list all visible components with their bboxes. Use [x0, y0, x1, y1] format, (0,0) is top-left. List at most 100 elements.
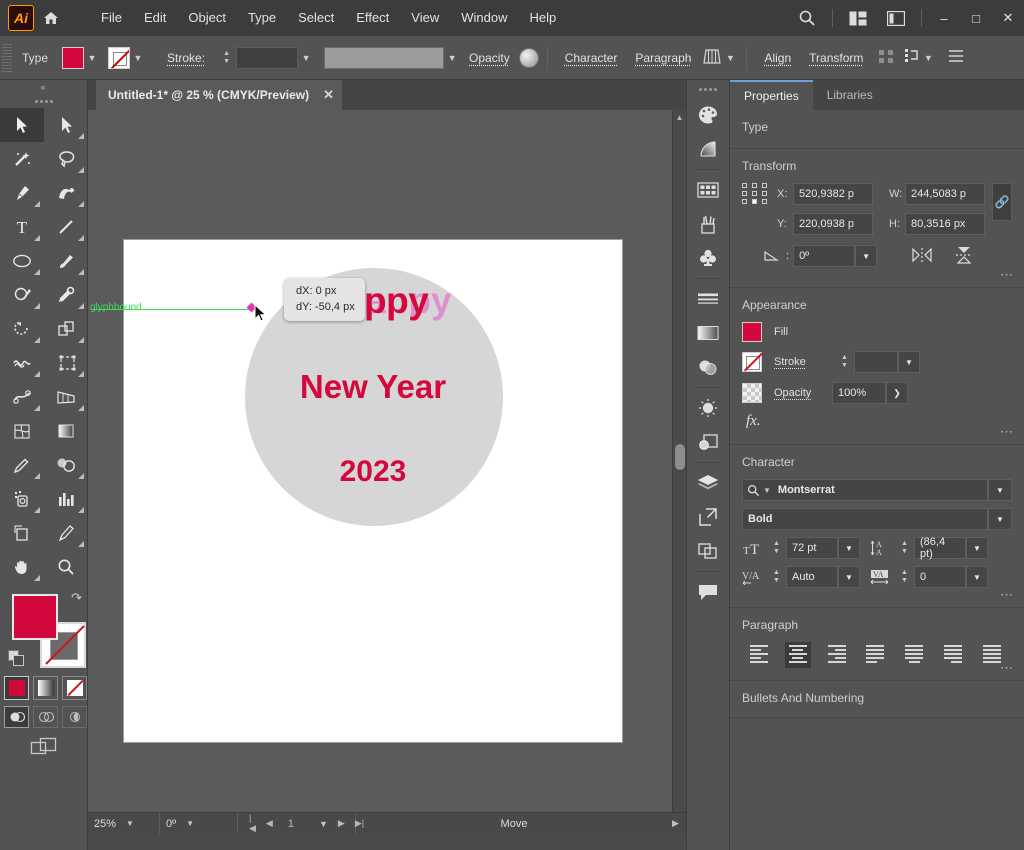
- graphic-styles-panel-icon[interactable]: [687, 425, 729, 459]
- font-size-input[interactable]: 72 pt: [786, 537, 838, 559]
- kerning-stepper[interactable]: ▲ ▼: [770, 569, 783, 585]
- tools-panel-collapse[interactable]: «: [0, 80, 87, 94]
- appearance-opacity-label[interactable]: Opacity: [774, 387, 832, 399]
- tool-line-segment[interactable]: [44, 210, 88, 244]
- tool-gradient[interactable]: [44, 414, 88, 448]
- menu-effect[interactable]: Effect: [345, 0, 400, 36]
- next-artboard-icon[interactable]: ▶: [333, 818, 350, 829]
- swap-fill-stroke-icon[interactable]: ↷: [71, 590, 82, 606]
- stroke-profile-dropdown-icon[interactable]: ▼: [444, 47, 460, 69]
- tool-hand[interactable]: [0, 550, 44, 584]
- arrange-documents-icon[interactable]: [839, 0, 877, 36]
- justify-last-center-button[interactable]: [901, 642, 927, 668]
- menu-object[interactable]: Object: [177, 0, 237, 36]
- font-preview-icon[interactable]: [702, 47, 722, 68]
- opacity-mask-icon[interactable]: [518, 47, 539, 68]
- fx-button[interactable]: fx.: [746, 413, 1012, 430]
- first-artboard-icon[interactable]: |◀: [244, 813, 261, 834]
- kerning-dropdown-icon[interactable]: ▼: [838, 566, 860, 588]
- tool-eyedropper-measure[interactable]: [0, 448, 44, 482]
- swatches-panel-icon[interactable]: [687, 173, 729, 207]
- tool-column-graph[interactable]: [44, 482, 88, 516]
- tool-symbol-sprayer[interactable]: [0, 482, 44, 516]
- tracking-stepper[interactable]: ▲ ▼: [898, 569, 911, 585]
- menu-view[interactable]: View: [400, 0, 450, 36]
- appearance-fill-swatch[interactable]: [742, 322, 762, 342]
- comments-panel-icon[interactable]: [687, 575, 729, 609]
- font-size-stepper[interactable]: ▲ ▼: [770, 540, 783, 556]
- tab-properties[interactable]: Properties: [730, 80, 813, 110]
- zoom-level-input[interactable]: 25% ▼: [88, 812, 160, 835]
- close-icon[interactable]: ✕: [323, 87, 334, 103]
- tracking-dropdown-icon[interactable]: ▼: [966, 566, 988, 588]
- draw-inside-icon[interactable]: [62, 706, 87, 728]
- close-button[interactable]: ✕: [992, 0, 1024, 36]
- appearance-opacity-swatch[interactable]: [742, 383, 762, 403]
- tool-zoom[interactable]: [44, 550, 88, 584]
- appearance-stroke-dropdown-icon[interactable]: ▼: [898, 351, 920, 373]
- tool-ellipse[interactable]: [0, 244, 44, 278]
- tool-eyedropper[interactable]: [44, 278, 88, 312]
- control-bar-grip[interactable]: [2, 43, 12, 72]
- new-year-text[interactable]: New Year: [124, 368, 622, 406]
- character-more-options-icon[interactable]: ⋯: [1000, 587, 1014, 603]
- artboard[interactable]: Happy Happy New Year 2023 glyphbound dX:…: [90, 240, 622, 742]
- prev-artboard-icon[interactable]: ◀: [261, 818, 278, 829]
- align-left-button[interactable]: [746, 642, 772, 668]
- stroke-dropdown-icon[interactable]: ▼: [130, 47, 146, 69]
- workspace-switcher-icon[interactable]: [877, 0, 915, 36]
- stroke-weight-stepper[interactable]: ▲ ▼: [220, 50, 233, 66]
- chevron-down-icon[interactable]: ▼: [186, 819, 194, 828]
- justify-last-left-button[interactable]: [862, 642, 888, 668]
- symbols-panel-icon[interactable]: [687, 241, 729, 275]
- appearance-stroke-swatch[interactable]: [742, 352, 762, 372]
- rotation-input[interactable]: 0º ▼: [160, 812, 238, 835]
- tool-width[interactable]: [0, 346, 44, 380]
- draw-normal-icon[interactable]: [4, 706, 29, 728]
- appearance-more-options-icon[interactable]: ⋯: [1000, 424, 1014, 440]
- pathfinder-panel-icon[interactable]: [687, 534, 729, 568]
- distribute-spacing-icon[interactable]: [878, 48, 894, 67]
- canvas-vertical-scrollbar[interactable]: ▲ ▼: [672, 110, 686, 828]
- scrollbar-thumb[interactable]: [675, 444, 685, 470]
- color-guide-icon[interactable]: [687, 132, 729, 166]
- leading-input[interactable]: (86,4 pt): [914, 536, 966, 560]
- align-panel-link[interactable]: Align: [764, 51, 791, 65]
- tool-direct-selection[interactable]: [44, 108, 88, 142]
- color-mode-none[interactable]: [62, 676, 87, 700]
- scroll-up-icon[interactable]: ▲: [673, 110, 686, 124]
- draw-behind-icon[interactable]: [33, 706, 58, 728]
- tool-rotate[interactable]: [0, 312, 44, 346]
- angle-dropdown-icon[interactable]: ▼: [855, 245, 878, 267]
- minimize-button[interactable]: –: [928, 0, 960, 36]
- appearance-opacity-expand-icon[interactable]: ❯: [886, 382, 908, 404]
- color-panel-icon[interactable]: [687, 98, 729, 132]
- menu-select[interactable]: Select: [287, 0, 345, 36]
- transparency-panel-icon[interactable]: [687, 350, 729, 384]
- color-mode-color[interactable]: [4, 676, 29, 700]
- asset-export-panel-icon[interactable]: [687, 500, 729, 534]
- year-text[interactable]: 2023: [124, 455, 622, 489]
- tool-paintbrush[interactable]: [44, 244, 88, 278]
- fill-color-swatch[interactable]: [12, 594, 58, 640]
- tool-pen[interactable]: [0, 176, 44, 210]
- link-proportions-icon[interactable]: 🔗: [992, 183, 1012, 221]
- appearance-stroke-label[interactable]: Stroke: [774, 356, 832, 368]
- tool-puppet-warp[interactable]: [0, 380, 44, 414]
- rotation-angle-input[interactable]: 0º: [793, 245, 856, 267]
- font-search-dropdown-icon[interactable]: ▼: [763, 486, 771, 495]
- fill-dropdown-icon[interactable]: ▼: [84, 47, 100, 69]
- font-size-dropdown-icon[interactable]: ▼: [838, 537, 860, 559]
- menu-help[interactable]: Help: [518, 0, 567, 36]
- font-family-select[interactable]: ▼ Montserrat: [742, 479, 988, 501]
- tool-shaper[interactable]: [0, 278, 44, 312]
- tool-blend[interactable]: [44, 448, 88, 482]
- font-family-dropdown-icon[interactable]: ▼: [988, 479, 1012, 501]
- stroke-weight-dropdown-icon[interactable]: ▼: [298, 47, 314, 69]
- chevron-down-icon[interactable]: ▼: [126, 819, 134, 828]
- flip-horizontal-icon[interactable]: [911, 247, 933, 266]
- tool-lasso[interactable]: [44, 142, 88, 176]
- menu-edit[interactable]: Edit: [133, 0, 177, 36]
- x-input[interactable]: 520,9382 p: [793, 183, 873, 205]
- fill-swatch[interactable]: [62, 46, 85, 69]
